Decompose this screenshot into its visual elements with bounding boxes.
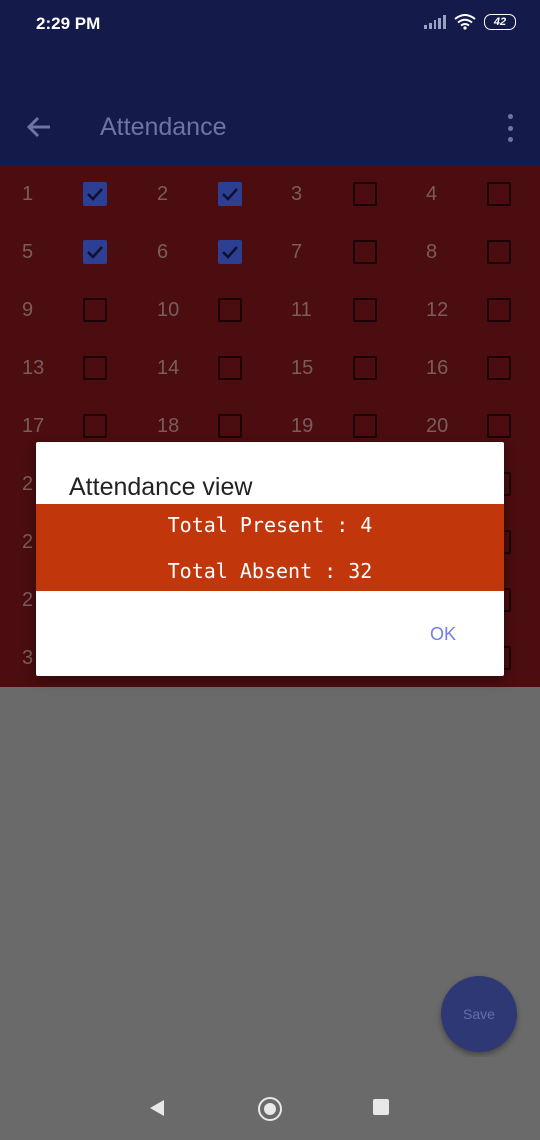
attendance-checkbox[interactable] [353, 356, 377, 380]
save-button-label: Save [463, 1006, 495, 1022]
attendance-checkbox[interactable] [353, 240, 377, 264]
wifi-icon [454, 14, 476, 30]
ok-button[interactable]: OK [430, 624, 456, 645]
student-number: 16 [426, 357, 449, 379]
grid-row: 5 6 7 8 [0, 223, 540, 281]
student-number: 12 [426, 299, 449, 321]
attendance-checkbox[interactable] [487, 182, 511, 206]
attendance-dialog: Attendance view Total Present : 4 Total … [36, 442, 504, 676]
attendance-checkbox[interactable] [218, 182, 242, 206]
student-number: 1 [22, 183, 34, 205]
student-number: 10 [157, 299, 180, 321]
student-number: 3 [291, 183, 303, 205]
student-number: 17 [22, 415, 45, 437]
dialog-title: Attendance view [69, 473, 253, 501]
grid-row: 1 2 3 4 [0, 165, 540, 223]
more-vert-icon[interactable] [504, 114, 516, 142]
student-number: 2 [22, 531, 34, 553]
student-number: 19 [291, 415, 314, 437]
battery-level: 42 [493, 16, 507, 28]
attendance-checkbox[interactable] [487, 298, 511, 322]
student-number: 14 [157, 357, 180, 379]
app-bar: Attendance [0, 50, 540, 165]
square-icon[interactable] [373, 1099, 389, 1115]
attendance-checkbox[interactable] [83, 414, 107, 438]
student-number: 9 [22, 299, 34, 321]
circle-icon[interactable] [258, 1097, 282, 1121]
total-present-text: Total Present : 4 [167, 513, 373, 537]
student-number: 2 [22, 589, 34, 611]
student-number: 2 [22, 473, 34, 495]
student-number: 8 [426, 241, 438, 263]
save-button[interactable]: Save [441, 976, 517, 1052]
student-number: 20 [426, 415, 449, 437]
status-bar: 2:29 PM 42 [0, 0, 540, 50]
battery-icon: 42 [484, 14, 516, 30]
attendance-checkbox[interactable] [83, 298, 107, 322]
attendance-checkbox[interactable] [83, 240, 107, 264]
attendance-checkbox[interactable] [218, 298, 242, 322]
status-time: 2:29 PM [36, 14, 101, 33]
attendance-checkbox[interactable] [353, 298, 377, 322]
student-number: 4 [426, 183, 438, 205]
attendance-checkbox[interactable] [353, 414, 377, 438]
attendance-checkbox[interactable] [218, 356, 242, 380]
page-title: Attendance [100, 113, 227, 141]
attendance-checkbox[interactable] [353, 182, 377, 206]
total-absent-text: Total Absent : 32 [167, 559, 373, 583]
arrow-left-icon[interactable] [24, 112, 54, 142]
grid-row: 9 10 11 12 [0, 281, 540, 339]
student-number: 11 [291, 299, 312, 321]
attendance-checkbox[interactable] [218, 414, 242, 438]
system-nav-bar [0, 1057, 540, 1140]
attendance-checkbox[interactable] [487, 414, 511, 438]
student-number: 3 [22, 647, 34, 669]
student-number: 15 [291, 357, 314, 379]
attendance-checkbox[interactable] [83, 356, 107, 380]
triangle-left-icon[interactable] [148, 1099, 166, 1117]
status-icons: 42 [424, 14, 516, 30]
student-number: 18 [157, 415, 180, 437]
student-number: 5 [22, 241, 34, 263]
grid-row: 13 14 15 16 [0, 339, 540, 397]
student-number: 2 [157, 183, 169, 205]
attendance-checkbox[interactable] [487, 356, 511, 380]
dialog-summary: Total Present : 4 Total Absent : 32 [36, 504, 504, 591]
attendance-checkbox[interactable] [487, 240, 511, 264]
attendance-checkbox[interactable] [218, 240, 242, 264]
student-number: 7 [291, 241, 303, 263]
student-number: 6 [157, 241, 169, 263]
student-number: 13 [22, 357, 45, 379]
attendance-checkbox[interactable] [83, 182, 107, 206]
signal-icon [424, 15, 446, 29]
